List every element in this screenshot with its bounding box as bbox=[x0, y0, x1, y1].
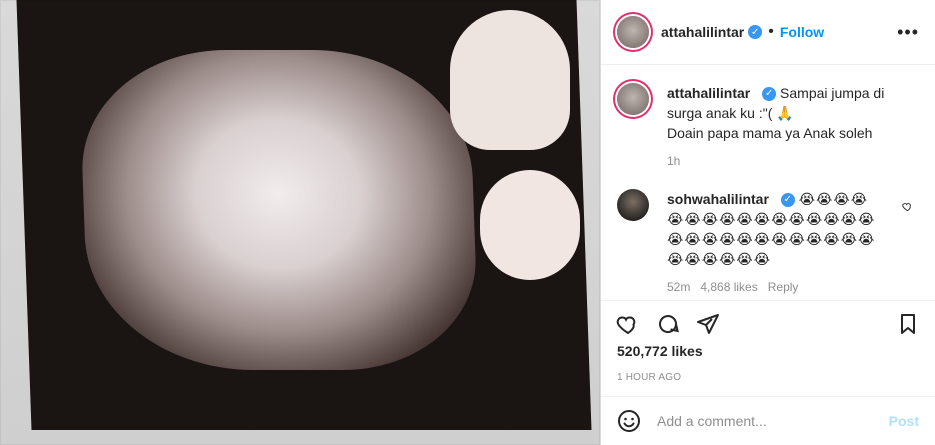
comment-avatar[interactable] bbox=[617, 189, 649, 221]
more-options-icon[interactable]: ••• bbox=[897, 22, 919, 43]
post-time: 1 HOUR AGO bbox=[617, 372, 682, 383]
follow-button[interactable]: Follow bbox=[780, 24, 824, 40]
add-comment-bar: Post bbox=[601, 396, 935, 445]
caption-text-2: Doain papa mama ya Anak soleh bbox=[667, 125, 873, 141]
post-image[interactable] bbox=[0, 0, 600, 445]
like-count[interactable]: 520,772 likes bbox=[617, 343, 703, 359]
verified-badge-icon: ✓ bbox=[780, 193, 795, 208]
comment-username[interactable]: sohwahalilintar bbox=[667, 191, 769, 207]
reply-button[interactable]: Reply bbox=[768, 280, 799, 294]
bookmark-icon[interactable] bbox=[895, 311, 921, 337]
header-separator: • bbox=[768, 23, 774, 40]
action-bar bbox=[601, 300, 935, 346]
comment-time: 52m bbox=[667, 280, 691, 294]
heart-icon[interactable] bbox=[615, 311, 641, 337]
caption-item: attahalilintar ✓ Sampai jumpa di surga a… bbox=[617, 83, 919, 171]
post-button[interactable]: Post bbox=[889, 413, 919, 429]
share-icon[interactable] bbox=[695, 311, 721, 337]
comment-like-heart-icon[interactable] bbox=[902, 201, 913, 212]
verified-badge-icon: ✓ bbox=[762, 87, 777, 102]
post-sidebar: attahalilintar ✓ • Follow ••• attahalili… bbox=[600, 0, 935, 445]
comment-icon[interactable] bbox=[655, 311, 681, 337]
comment-meta: 52m 4,868 likes Reply bbox=[667, 277, 882, 297]
verified-badge-icon: ✓ bbox=[748, 25, 763, 39]
header-username[interactable]: attahalilintar bbox=[661, 24, 744, 40]
image-border bbox=[0, 0, 600, 445]
avatar[interactable] bbox=[617, 16, 649, 48]
comments-list: attahalilintar ✓ Sampai jumpa di surga a… bbox=[601, 65, 935, 297]
post-header: attahalilintar ✓ • Follow ••• bbox=[601, 0, 935, 65]
caption-time: 1h bbox=[667, 154, 681, 168]
comment-likes[interactable]: 4,868 likes bbox=[700, 280, 757, 294]
caption-avatar[interactable] bbox=[617, 83, 649, 115]
emoji-icon[interactable] bbox=[617, 409, 641, 433]
comment-input[interactable] bbox=[655, 412, 889, 430]
comment-item: sohwahalilintar ✓ 😭😭😭😭😭😭😭😭😭😭😭😭😭😭😭😭😭😭😭😭😭😭… bbox=[617, 189, 919, 297]
caption-username[interactable]: attahalilintar bbox=[667, 85, 750, 101]
